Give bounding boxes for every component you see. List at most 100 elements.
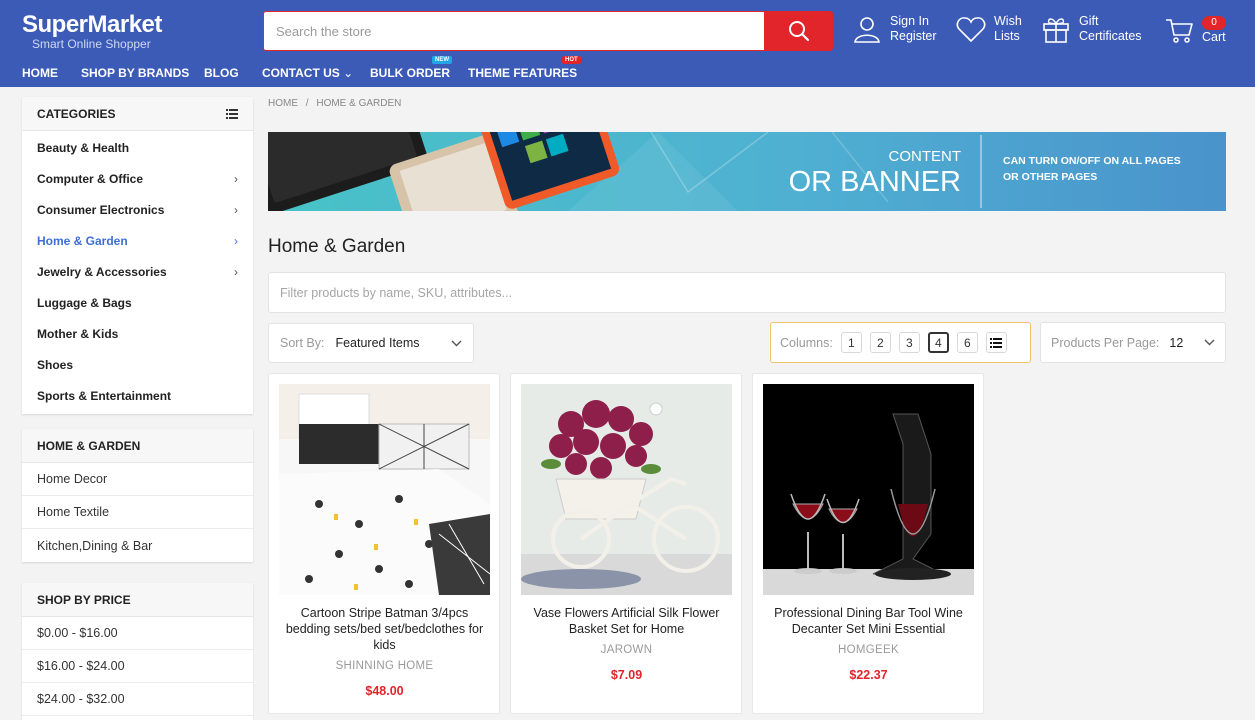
- list-view-button[interactable]: [985, 332, 1007, 353]
- gift-certificates-link[interactable]: Gift Certificates: [1041, 14, 1142, 44]
- price-header: SHOP BY PRICE: [22, 583, 253, 617]
- bedding-illustration: [279, 384, 490, 595]
- product-price: $48.00: [365, 684, 404, 698]
- subcategory-header: HOME & GARDEN: [22, 429, 253, 463]
- wish-lists-link[interactable]: Wish Lists: [956, 14, 1022, 44]
- category-mother-kids[interactable]: Mother & Kids: [22, 318, 253, 349]
- subcategory-home-textile[interactable]: Home Textile: [22, 496, 253, 529]
- category-luggage-bags[interactable]: Luggage & Bags: [22, 287, 253, 318]
- product-brand[interactable]: SHINNING HOME: [279, 660, 490, 672]
- decanter-illustration: [763, 384, 974, 595]
- banner-headline: CONTENT OR BANNER: [789, 148, 961, 198]
- categories-title: CATEGORIES: [37, 106, 116, 121]
- search-button[interactable]: [764, 11, 833, 51]
- nav-home[interactable]: HOME: [22, 66, 58, 80]
- category-beauty-health[interactable]: Beauty & Health: [22, 132, 253, 163]
- nav-blog[interactable]: BLOG: [204, 66, 239, 80]
- product-brand[interactable]: HOMGEEK: [763, 644, 974, 656]
- account-link[interactable]: Sign In Register: [852, 14, 937, 44]
- categories-header: CATEGORIES: [22, 97, 253, 131]
- per-page-label: Products Per Page:: [1051, 335, 1160, 350]
- sign-in-link[interactable]: Sign In: [890, 14, 937, 29]
- gift-label-1: Gift: [1079, 14, 1099, 28]
- product-title[interactable]: Cartoon Stripe Batman 3/4pcs bedding set…: [279, 605, 490, 653]
- chevron-right-icon: ›: [234, 202, 238, 217]
- nav-contact-us[interactable]: CONTACT US ⌄: [262, 66, 353, 80]
- chevron-down-icon: [1204, 339, 1215, 346]
- list-view-icon: [990, 337, 1003, 348]
- search-input[interactable]: [263, 11, 764, 51]
- sort-label: Sort By:: [280, 336, 325, 350]
- products-per-page-select[interactable]: Products Per Page: 12: [1040, 322, 1226, 363]
- register-link[interactable]: Register: [890, 29, 937, 44]
- category-label: Luggage & Bags: [37, 295, 132, 310]
- columns-option-2[interactable]: 2: [869, 332, 891, 353]
- product-image-decanter[interactable]: [763, 384, 974, 595]
- new-badge: NEW: [432, 56, 452, 64]
- promo-banner[interactable]: CONTENT OR BANNER CAN TURN ON/OFF ON ALL…: [268, 132, 1226, 211]
- breadcrumb-home[interactable]: HOME: [268, 98, 298, 109]
- breadcrumb-separator: /: [305, 98, 309, 109]
- wish-label-1: Wish: [994, 14, 1022, 28]
- nav-theme-features[interactable]: THEME FEATURES HOT: [468, 56, 581, 80]
- chevron-right-icon: ›: [234, 171, 238, 186]
- site-logo[interactable]: SuperMarket Smart Online Shopper: [22, 11, 162, 51]
- sort-value: Featured Items: [335, 336, 420, 350]
- sort-select[interactable]: Sort By: Featured Items: [268, 323, 474, 363]
- product-image-bedding[interactable]: [279, 384, 490, 595]
- product-filter-input[interactable]: [268, 272, 1226, 313]
- product-card[interactable]: Vase Flowers Artificial Silk Flower Bask…: [510, 373, 742, 714]
- banner-note: CAN TURN ON/OFF ON ALL PAGES OR OTHER PA…: [1003, 153, 1181, 185]
- category-sports-entertainment[interactable]: Sports & Entertainment: [22, 380, 253, 411]
- page-title: Home & Garden: [268, 236, 406, 257]
- product-card[interactable]: Cartoon Stripe Batman 3/4pcs bedding set…: [268, 373, 500, 714]
- cart-count-badge: 0: [1202, 16, 1226, 30]
- chevron-right-icon: ›: [234, 233, 238, 248]
- product-title[interactable]: Vase Flowers Artificial Silk Flower Bask…: [521, 605, 732, 637]
- flowers-illustration: [521, 384, 732, 595]
- list-icon[interactable]: [226, 108, 238, 119]
- price-range-16-24[interactable]: $16.00 - $24.00: [22, 650, 253, 683]
- price-range-0-16[interactable]: $0.00 - $16.00: [22, 617, 253, 650]
- subcategory-panel: HOME & GARDEN Home Decor Home Textile Ki…: [22, 429, 253, 562]
- product-card[interactable]: Professional Dining Bar Tool Wine Decant…: [752, 373, 984, 714]
- subcategory-home-decor[interactable]: Home Decor: [22, 463, 253, 496]
- product-image-flowers[interactable]: [521, 384, 732, 595]
- heart-icon: [956, 17, 986, 43]
- nav-shop-by-brands[interactable]: SHOP BY BRANDS: [81, 66, 189, 80]
- columns-option-6[interactable]: 6: [956, 332, 978, 353]
- banner-line-1: CONTENT: [888, 148, 962, 165]
- product-title[interactable]: Professional Dining Bar Tool Wine Decant…: [763, 605, 974, 637]
- category-shoes[interactable]: Shoes: [22, 349, 253, 380]
- category-label: Home & Garden: [37, 233, 128, 248]
- product-brand[interactable]: JAROWN: [521, 644, 732, 656]
- gift-icon: [1043, 18, 1069, 43]
- category-computer-office[interactable]: Computer & Office ›: [22, 163, 253, 194]
- category-label: Computer & Office: [37, 171, 144, 186]
- category-home-garden[interactable]: Home & Garden ›: [22, 225, 253, 256]
- wish-label-2: Lists: [994, 29, 1020, 43]
- product-price: $22.37: [849, 668, 888, 682]
- product-price: $7.09: [610, 668, 643, 682]
- category-jewelry-accessories[interactable]: Jewelry & Accessories ›: [22, 256, 253, 287]
- logo-title: SuperMarket: [22, 11, 162, 38]
- nav-bulk-order[interactable]: BULK ORDER NEW: [370, 56, 452, 80]
- user-icon: [854, 17, 880, 43]
- gift-label-2: Certificates: [1079, 29, 1142, 43]
- category-label: Shoes: [37, 357, 74, 372]
- category-consumer-electronics[interactable]: Consumer Electronics ›: [22, 194, 253, 225]
- subcategory-kitchen-dining-bar[interactable]: Kitchen,Dining & Bar: [22, 529, 253, 562]
- price-panel: SHOP BY PRICE $0.00 - $16.00 $16.00 - $2…: [22, 583, 253, 720]
- columns-option-1[interactable]: 1: [840, 332, 862, 353]
- columns-label: Columns:: [780, 335, 833, 350]
- columns-option-4[interactable]: 4: [927, 332, 949, 353]
- columns-option-3[interactable]: 3: [898, 332, 920, 353]
- breadcrumb-current: HOME & GARDEN: [316, 98, 402, 109]
- price-range-24-32[interactable]: $24.00 - $32.00: [22, 683, 253, 716]
- price-title: SHOP BY PRICE: [37, 592, 131, 607]
- per-page-value: 12: [1169, 335, 1184, 350]
- category-label: Mother & Kids: [37, 326, 119, 341]
- chevron-right-icon: ›: [234, 264, 238, 279]
- search-icon: [788, 21, 809, 42]
- nav-bulk-label: BULK ORDER: [370, 66, 450, 80]
